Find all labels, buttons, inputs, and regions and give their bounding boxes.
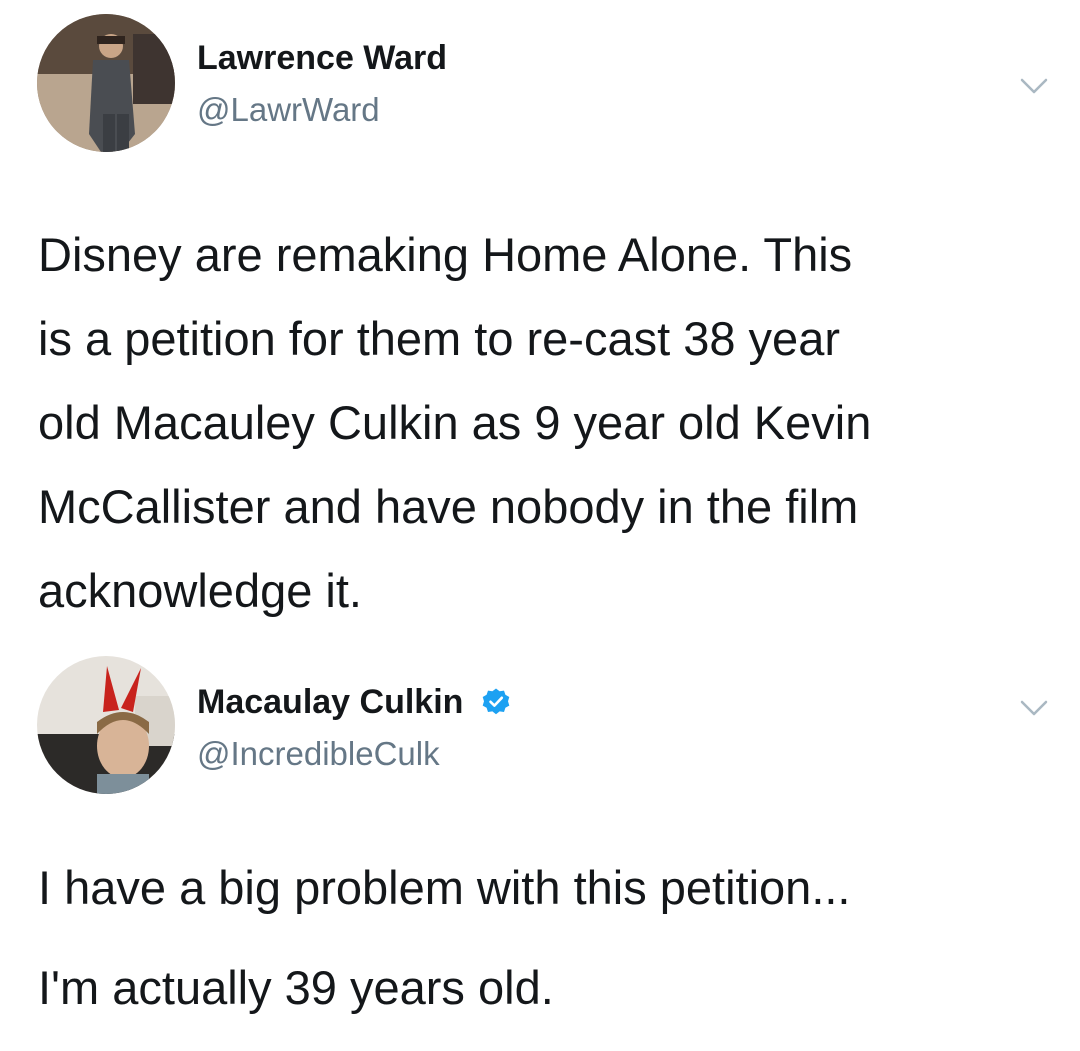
display-name[interactable]: Lawrence Ward [197, 38, 447, 78]
tweet-text-line: old Macauley Culkin as 9 year old Kevin [38, 396, 872, 449]
tweet-text-line: I'm actually 39 years old. [38, 961, 554, 1014]
chevron-down-icon[interactable] [1014, 688, 1054, 728]
avatar-lawrence-ward[interactable] [37, 14, 175, 152]
avatar-macaulay-culkin[interactable] [37, 656, 175, 794]
tweet-text-line: is a petition for them to re-cast 38 yea… [38, 312, 840, 365]
user-handle[interactable]: @IncredibleCulk [197, 734, 440, 774]
tweet-macaulay-culkin: Macaulay Culkin @IncredibleCulk I have a… [0, 640, 1080, 1051]
verified-badge-icon [482, 688, 510, 715]
user-handle[interactable]: @LawrWard [197, 90, 380, 130]
tweet-text-line: McCallister and have nobody in the film [38, 480, 859, 533]
tweet-text-line: acknowledge it. [38, 564, 362, 617]
tweet-text-line: Disney are remaking Home Alone. This [38, 228, 853, 281]
chevron-down-icon[interactable] [1014, 66, 1054, 106]
tweet-lawrence-ward: Lawrence Ward @LawrWard Disney are remak… [0, 0, 1080, 640]
display-name[interactable]: Macaulay Culkin [197, 682, 511, 722]
display-name-text[interactable]: Macaulay Culkin [197, 683, 463, 721]
tweet-text-line: I have a big problem with this petition.… [38, 861, 851, 914]
